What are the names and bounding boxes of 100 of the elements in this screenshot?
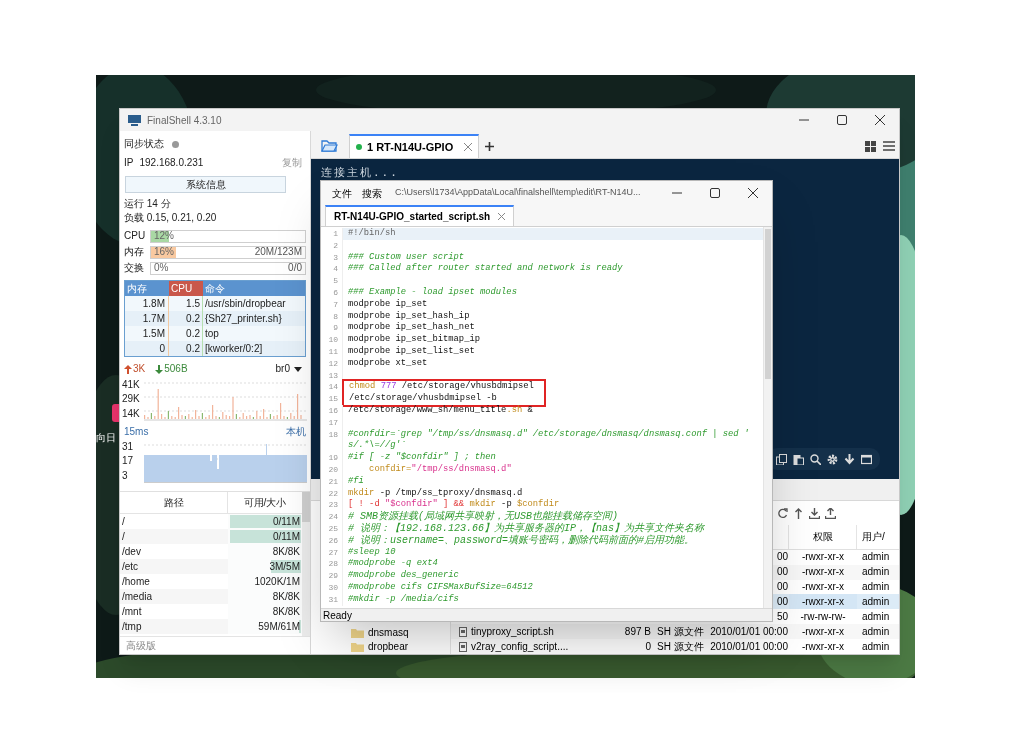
disk-space: 8K/8K [272,545,301,558]
table-cell-text: /tmp [121,619,143,634]
folder-icon [320,138,338,152]
code-line: modprobe ip_set_list_set [347,345,476,358]
file-owner: admin [861,565,891,580]
upload-speed: 3K [133,363,146,375]
code-line: #confdir=`grep "/tmp/ss/dnsmasq.d" /etc/storage/dnsmasq/dnsmasq.conf | sed ' [347,428,751,440]
line-number: 28 [321,558,343,571]
meter-reading: 0/0 [288,262,303,274]
line-number: 3 [321,251,343,264]
maximize-icon [837,115,847,125]
file-permissions[interactable]: -rwxr-xr-x [789,564,857,580]
code-line: /etc/storage/www_sh/menu_title.sh & [347,404,534,417]
folder-tree-item[interactable]: dropbear [311,640,450,654]
table-cell-text: {Sh27_printer.sh} [204,311,283,326]
upload-icon [825,507,836,519]
table-cell-text: top [204,326,220,341]
download-icon [843,453,855,465]
file-permissions[interactable]: -rwxr-xr-x [789,624,857,640]
line-number: 12 [321,357,343,370]
disk-space: 8K/8K [272,605,301,618]
maximize-icon [710,188,720,198]
interface-dropdown[interactable]: br0 [275,363,306,375]
file-permissions[interactable]: -rwxr-xr-x [789,549,857,565]
folder-icon [351,642,364,652]
column-header[interactable]: 权限 [789,525,857,549]
window-button[interactable] [860,453,872,465]
line-number: 25 [321,522,343,535]
line-number: 10 [321,334,343,346]
menu-item[interactable]: 文件 [327,183,357,203]
table-cell-text: /media [121,589,153,604]
close-icon [498,213,506,220]
file-permissions[interactable]: -rwxr-xr-x [789,594,857,610]
file-owner: admin [861,624,891,639]
line-number: 22 [321,487,343,500]
meter-label: 交换 [124,262,145,274]
menu-icon [883,141,895,151]
code-line: [ ! -d "$confdir" ] && mkdir -p $confdir [347,499,561,510]
download-button[interactable] [843,453,855,465]
meter-percent: 16% [153,246,174,258]
file-tab[interactable]: RT-N14U-GPIO_started_script.sh [325,205,515,226]
refresh-button[interactable] [777,507,788,519]
upload-button[interactable] [825,507,836,519]
session-tab[interactable]: 1 RT-N14U-GPIO [349,134,480,158]
load-text: 负载 0.15, 0.21, 0.20 [123,211,218,225]
disk-space: 1020K/1M [254,575,301,588]
file-name: v2ray_config_script.... [471,640,569,653]
close-icon [464,143,473,151]
disk-space: 0/11M [272,530,301,543]
axis-label: 31 [122,440,135,452]
code-line: #modprobe des_generic [347,570,460,582]
line-number: 29 [321,570,343,582]
code-line: #mkdir -p /media/cifs [347,593,460,606]
code-line: ### Custom user script [347,251,466,263]
copy-button[interactable] [775,453,787,465]
file-owner: admin [861,609,891,624]
line-number: 17 [321,416,343,429]
close-icon [875,115,885,125]
line-number: 8 [321,310,343,323]
column-header[interactable]: 路径 [120,492,228,513]
file-permissions[interactable]: -rwxr-xr-x [789,579,857,595]
axis-label: 41K [122,378,141,390]
code-line: modprobe ip_set_bitmap_ip [347,334,481,346]
line-number: 9 [321,322,343,335]
column-header[interactable]: 用户/ [857,525,899,549]
meter-percent: 0% [153,262,169,274]
refresh-icon [777,507,788,519]
paste-button[interactable] [792,453,804,465]
plus-icon [484,141,494,151]
caret-icon [294,366,302,372]
scrollbar-thumb[interactable] [302,492,310,522]
line-number: 14 [321,381,343,394]
meter-reading: 20M/123M [254,246,303,258]
column-header[interactable]: 可用/大小 [228,492,302,513]
app-icon [128,114,141,126]
column-header[interactable]: CPU [169,281,203,296]
download-button[interactable] [809,507,820,519]
line-number: 21 [321,475,343,488]
line-number: 20 [321,463,343,476]
file-date: 00 [776,595,788,608]
disk-space: 8K/8K [272,590,301,603]
table-cell-text: / [121,529,126,544]
search-button[interactable] [809,453,821,465]
line-number: 26 [321,534,343,547]
menu-item[interactable]: 搜索 [357,183,387,203]
desktop-icon-label[interactable]: 向日 [96,432,116,444]
code-line: #fi [347,475,365,488]
up-arrow-button[interactable] [793,507,804,519]
file-date: 00 [776,581,788,594]
code-line: # SMB资源挂载(局域网共享映射，无USB也能挂载储存空间) [347,511,619,523]
download-speed: 506B [164,363,188,375]
folder-tree-item[interactable]: dnsmasq [311,626,450,640]
line-number: 18 [321,428,343,441]
scrollbar-thumb[interactable] [765,229,771,379]
gear-button[interactable] [826,453,838,465]
file-permissions[interactable]: -rwxr-xr-x [789,639,857,655]
table-cell-text: /usr/sbin/dropbear [204,296,287,311]
file-permissions[interactable]: -rw-rw-rw- [789,609,857,625]
system-info-button[interactable]: 系统信息 [125,176,286,193]
code-line: #if [ -z "$confdir" ] ; then [347,452,497,464]
